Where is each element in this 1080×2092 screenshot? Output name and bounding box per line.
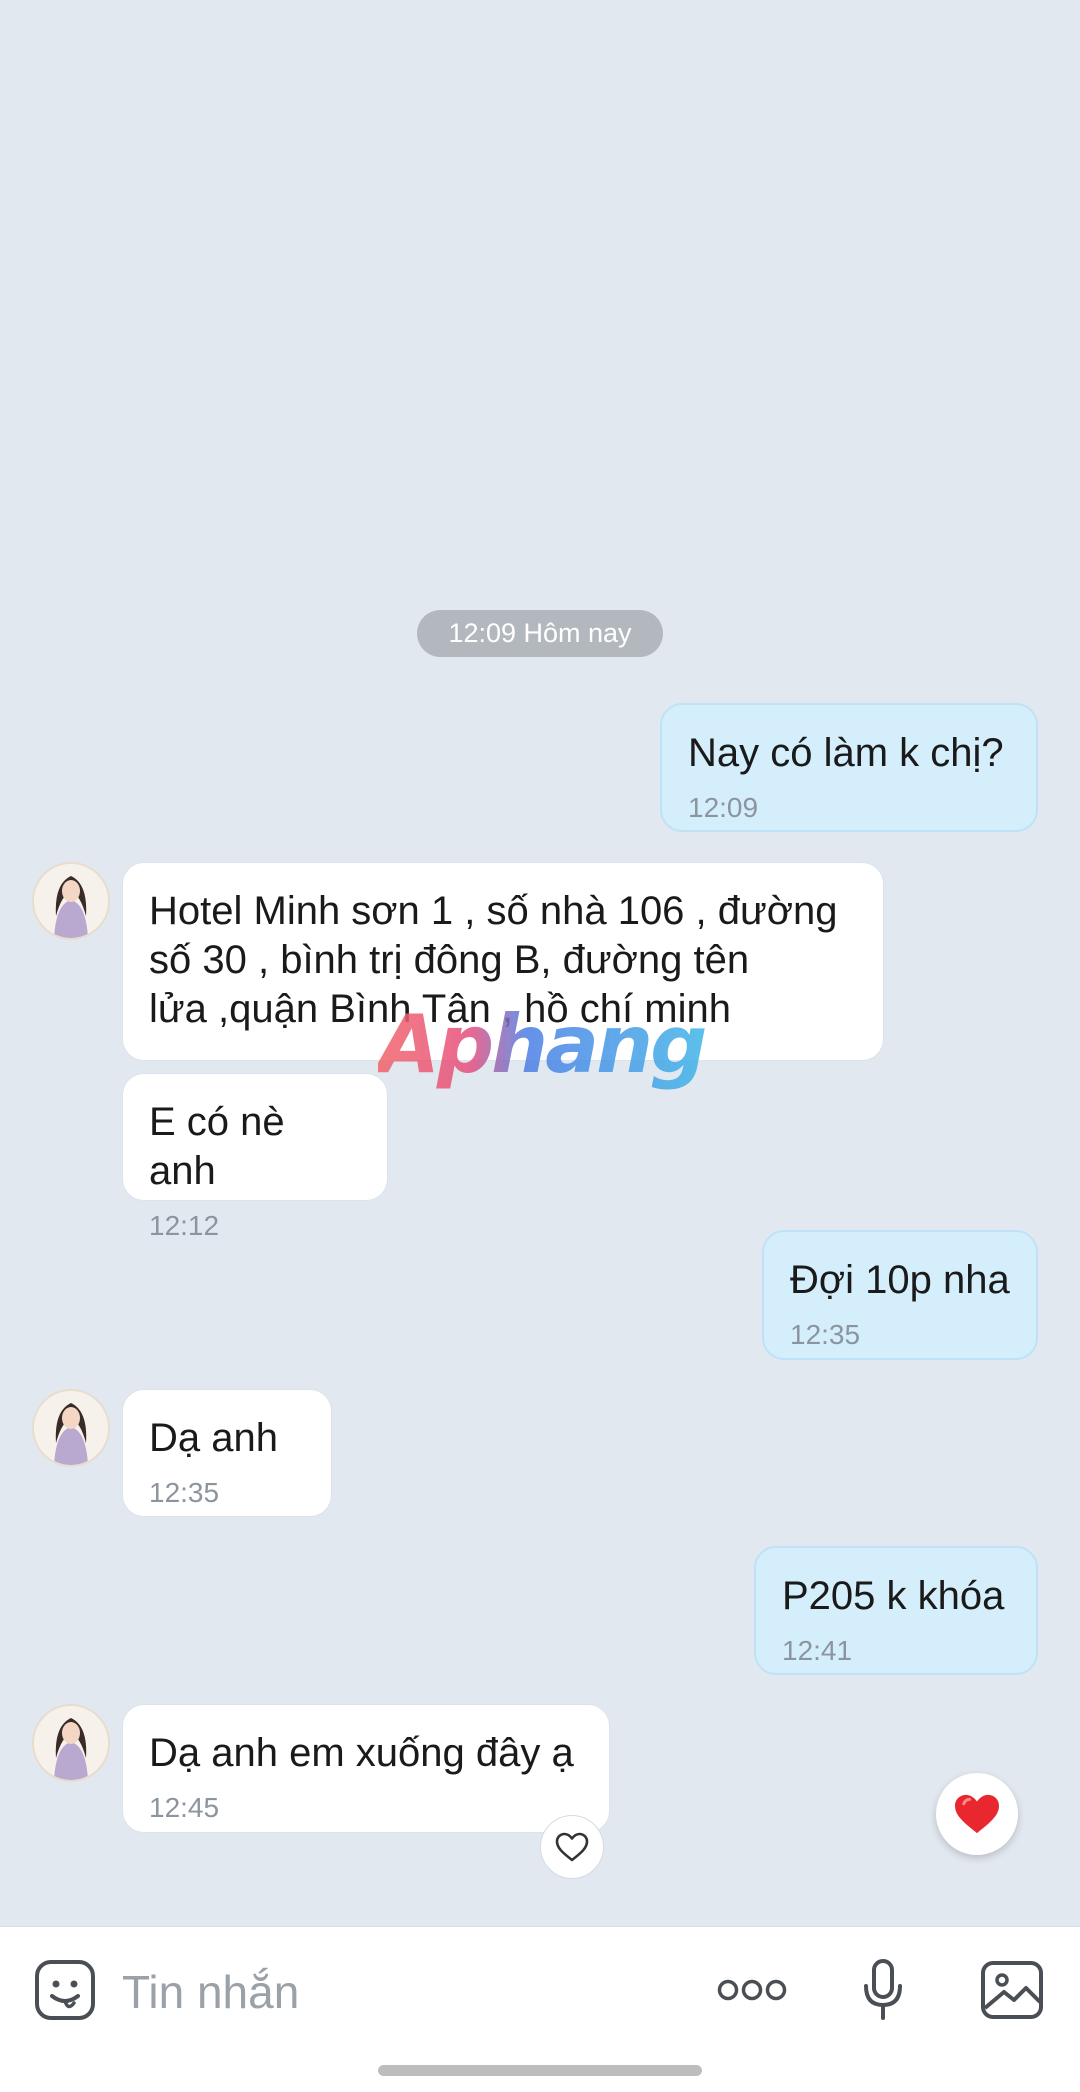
emoji-icon (35, 1960, 95, 2020)
react-heart-button[interactable] (540, 1815, 604, 1879)
avatar-portrait-icon (34, 864, 108, 938)
message-time: 12:12 (149, 1210, 220, 1241)
message-text: E có nè anh (149, 1100, 285, 1193)
message-bubble-incoming[interactable]: Dạ anh 12:35 (122, 1389, 332, 1517)
message-time: 12:35 (790, 1319, 861, 1350)
message-text: Đợi 10p nha (790, 1258, 1010, 1302)
message-text: Dạ anh (149, 1416, 278, 1460)
more-dots-icon (717, 1979, 787, 2001)
message-time: 12:41 (782, 1635, 853, 1666)
heart-outline-icon (555, 1832, 589, 1862)
message-bubble-incoming[interactable]: E có nè anh 12:12 (122, 1073, 388, 1241)
message-bubble-incoming[interactable]: Dạ anh em xuống đây ạ 12:45 (122, 1704, 610, 1833)
contact-avatar[interactable] (32, 862, 110, 940)
gallery-button[interactable] (980, 1959, 1044, 2021)
quick-heart-button[interactable] (936, 1773, 1018, 1855)
message-text: P205 k khóa (782, 1574, 1005, 1618)
gallery-icon (981, 1961, 1043, 2019)
voice-button[interactable] (858, 1957, 908, 2023)
message-time: 12:09 (688, 792, 759, 823)
message-bubble-outgoing[interactable]: Đợi 10p nha 12:35 (762, 1230, 1038, 1360)
home-indicator[interactable] (378, 2065, 702, 2076)
avatar-portrait-icon (34, 1391, 108, 1465)
message-bubble-outgoing[interactable]: P205 k khóa 12:41 (754, 1546, 1038, 1675)
chat-area[interactable]: 12:09 Hôm nay Nay có làm k chị? 12:09 Ho… (0, 0, 1080, 1926)
microphone-icon (864, 1959, 902, 2020)
message-time: 12:45 (149, 1792, 220, 1823)
message-text: Dạ anh em xuống đây ạ (149, 1731, 574, 1775)
date-separator: 12:09 Hôm nay (417, 610, 663, 657)
message-bubble-outgoing[interactable]: Nay có làm k chị? 12:09 (660, 703, 1038, 832)
heart-filled-icon (955, 1794, 999, 1834)
message-time: 12:35 (149, 1477, 220, 1508)
contact-avatar[interactable] (32, 1704, 110, 1782)
watermark-logo: Aphang (378, 1000, 708, 1090)
avatar-portrait-icon (34, 1706, 108, 1780)
emoji-button[interactable] (34, 1959, 96, 2021)
contact-avatar[interactable] (32, 1389, 110, 1467)
message-input[interactable]: Tin nhắn (122, 1962, 682, 2022)
more-button[interactable] (716, 1973, 788, 2007)
message-text: Nay có làm k chị? (688, 731, 1004, 775)
